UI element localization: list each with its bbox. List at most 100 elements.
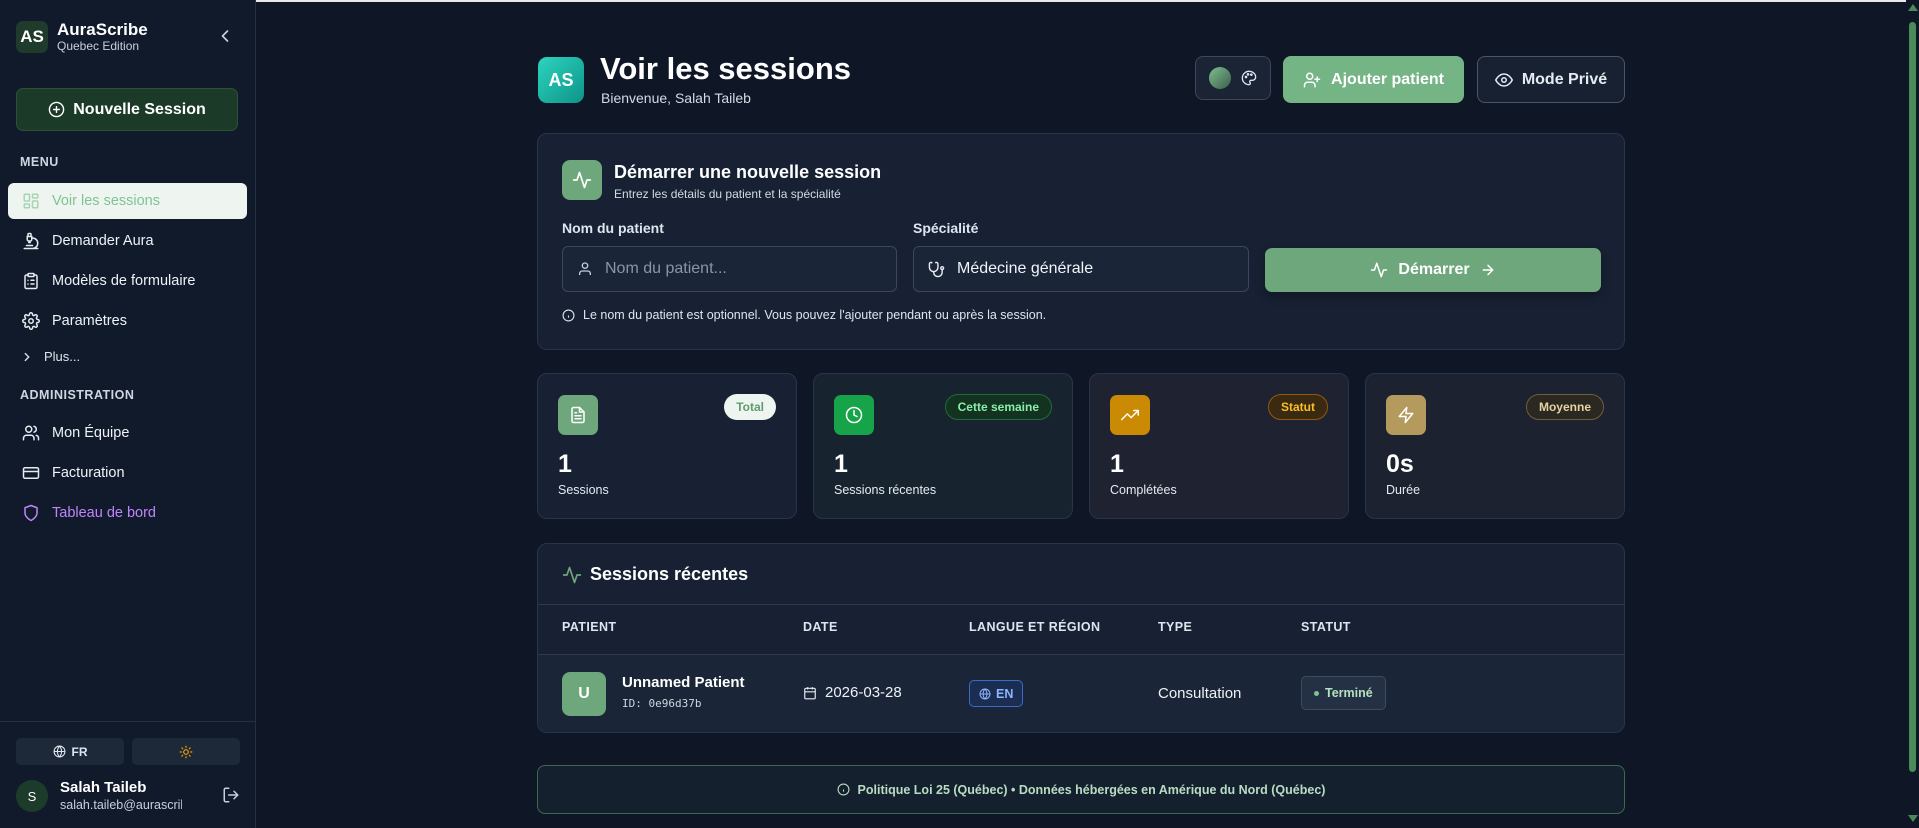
credit-card-icon <box>22 464 40 482</box>
page-title: Voir les sessions <box>600 51 851 86</box>
language-badge: EN <box>969 680 1024 707</box>
note-text: Le nom du patient est optionnel. Vous po… <box>583 308 1047 322</box>
stethoscope-icon <box>928 261 945 278</box>
sidebar-item-label: Paramètres <box>52 313 127 329</box>
calendar-icon <box>803 686 817 700</box>
arrow-right-icon <box>1480 262 1496 278</box>
collapse-sidebar-icon[interactable] <box>215 26 235 46</box>
patient-name-placeholder: Nom du patient... <box>605 260 727 277</box>
eye-icon <box>1494 71 1513 89</box>
sidebar-item-sessions[interactable]: Voir les sessions <box>8 183 247 219</box>
trending-up-icon <box>1110 395 1150 435</box>
patient-name-input[interactable]: Nom du patient... <box>562 246 897 292</box>
sidebar-item-label: Modèles de formulaire <box>52 273 196 289</box>
recent-sessions-card: Sessions récentes PATIENT DATE LANGUE ET… <box>537 543 1625 733</box>
sidebar-item-templates[interactable]: Modèles de formulaire <box>8 263 247 299</box>
status-badge: Cette semaine <box>944 394 1052 420</box>
color-theme-toggle[interactable] <box>1195 56 1271 100</box>
status-badge: Moyenne <box>1525 394 1604 420</box>
sidebar-more-label: Plus... <box>44 349 81 364</box>
stat-value: 1 <box>834 450 848 478</box>
sidebar-item-label: Demander Aura <box>52 233 154 249</box>
session-date: 2026-03-28 <box>803 684 902 701</box>
clipboard-icon <box>22 272 40 290</box>
sidebar-item-settings[interactable]: Paramètres <box>8 303 247 339</box>
patient-id: ID: 0e96d37b <box>622 697 702 710</box>
start-session-card: Démarrer une nouvelle session Entrez les… <box>537 133 1625 350</box>
brand-edition: Quebec Edition <box>57 39 140 53</box>
column-header: TYPE <box>1158 620 1193 634</box>
column-header: STATUT <box>1301 620 1351 634</box>
stat-value: 1 <box>1110 450 1124 478</box>
sidebar-item-team[interactable]: Mon Équipe <box>8 415 247 451</box>
scrollbar-thumb[interactable] <box>1909 22 1916 772</box>
stat-card-duration: Moyenne 0s Durée <box>1365 373 1625 519</box>
patient-avatar: U <box>562 672 606 716</box>
admin-section-title: ADMINISTRATION <box>20 388 135 402</box>
stat-card-recent: Cette semaine 1 Sessions récentes <box>813 373 1073 519</box>
column-header: PATIENT <box>562 620 617 634</box>
info-icon <box>837 783 850 796</box>
specialty-label: Spécialité <box>913 220 979 236</box>
patient-name-label: Nom du patient <box>562 220 664 236</box>
user-email: salah.taileb@aurascribe.... <box>60 798 182 812</box>
menu-section-title: MENU <box>20 155 59 169</box>
stat-card-sessions: Total 1 Sessions <box>537 373 797 519</box>
sidebar-item-billing[interactable]: Facturation <box>8 455 247 491</box>
start-button[interactable]: Démarrer <box>1265 248 1601 292</box>
status-dot <box>1314 690 1319 696</box>
specialty-value: Médecine générale <box>957 260 1094 277</box>
language-button[interactable]: FR <box>16 738 124 765</box>
user-name: Salah Taileb <box>60 779 147 796</box>
private-mode-button[interactable]: Mode Privé <box>1477 56 1625 103</box>
gear-icon <box>22 312 40 330</box>
sidebar-item-ask-aura[interactable]: Demander Aura <box>8 223 247 259</box>
clock-icon <box>834 395 874 435</box>
chevron-right-icon <box>20 350 34 364</box>
sidebar-item-dashboard[interactable]: Tableau de bord <box>8 495 247 531</box>
add-patient-label: Ajouter patient <box>1331 70 1444 88</box>
scroll-down-arrow[interactable] <box>1908 815 1918 822</box>
user-plus-icon <box>1303 71 1321 89</box>
users-icon <box>22 424 40 442</box>
dashboard-icon <box>22 192 40 210</box>
new-session-button[interactable]: Nouvelle Session <box>16 88 238 131</box>
language-code: EN <box>996 686 1014 701</box>
stat-card-completed: Statut 1 Complétées <box>1089 373 1349 519</box>
brand[interactable]: AS AuraScribe Quebec Edition <box>16 20 148 53</box>
brand-name: AuraScribe <box>57 20 148 39</box>
activity-icon <box>562 565 582 585</box>
status-badge: Statut <box>1268 394 1328 420</box>
table-row[interactable]: U Unnamed Patient ID: 0e96d37b 2026-03-2… <box>538 654 1624 732</box>
add-patient-button[interactable]: Ajouter patient <box>1283 56 1464 103</box>
sidebar-item-label: Mon Équipe <box>52 425 130 441</box>
status-badge: Total <box>724 394 776 420</box>
sidebar: AS AuraScribe Quebec Edition Nouvelle Se… <box>0 0 256 828</box>
sidebar-item-label: Voir les sessions <box>52 193 160 209</box>
welcome-text: Bienvenue, Salah Taileb <box>601 90 751 106</box>
specialty-select[interactable]: Médecine générale <box>913 246 1249 292</box>
sidebar-item-label: Facturation <box>52 465 125 481</box>
status-badge: Terminé <box>1301 676 1386 710</box>
patient-name-note: Le nom du patient est optionnel. Vous po… <box>562 308 1046 322</box>
start-button-label: Démarrer <box>1398 261 1470 278</box>
brand-logo: AS <box>16 20 48 53</box>
globe-icon <box>53 745 66 758</box>
page-logo: AS <box>538 57 584 103</box>
start-session-title: Démarrer une nouvelle session <box>614 162 882 182</box>
palette-icon <box>1241 70 1257 86</box>
patient-name: Unnamed Patient <box>622 674 745 691</box>
avatar[interactable]: S <box>16 780 48 812</box>
compliance-text: Politique Loi 25 (Québec) • Données hébe… <box>857 782 1326 797</box>
scroll-up-arrow[interactable] <box>1908 4 1918 11</box>
theme-button[interactable] <box>132 738 240 765</box>
new-session-label: Nouvelle Session <box>73 100 206 118</box>
column-header: DATE <box>803 620 838 634</box>
logout-icon[interactable] <box>222 786 240 804</box>
sidebar-more[interactable]: Plus... <box>20 349 80 364</box>
status-label: Terminé <box>1325 686 1373 700</box>
user-icon <box>577 261 593 277</box>
recent-sessions-title: Sessions récentes <box>590 564 749 584</box>
info-icon <box>562 309 575 322</box>
sidebar-item-label: Tableau de bord <box>52 505 156 521</box>
